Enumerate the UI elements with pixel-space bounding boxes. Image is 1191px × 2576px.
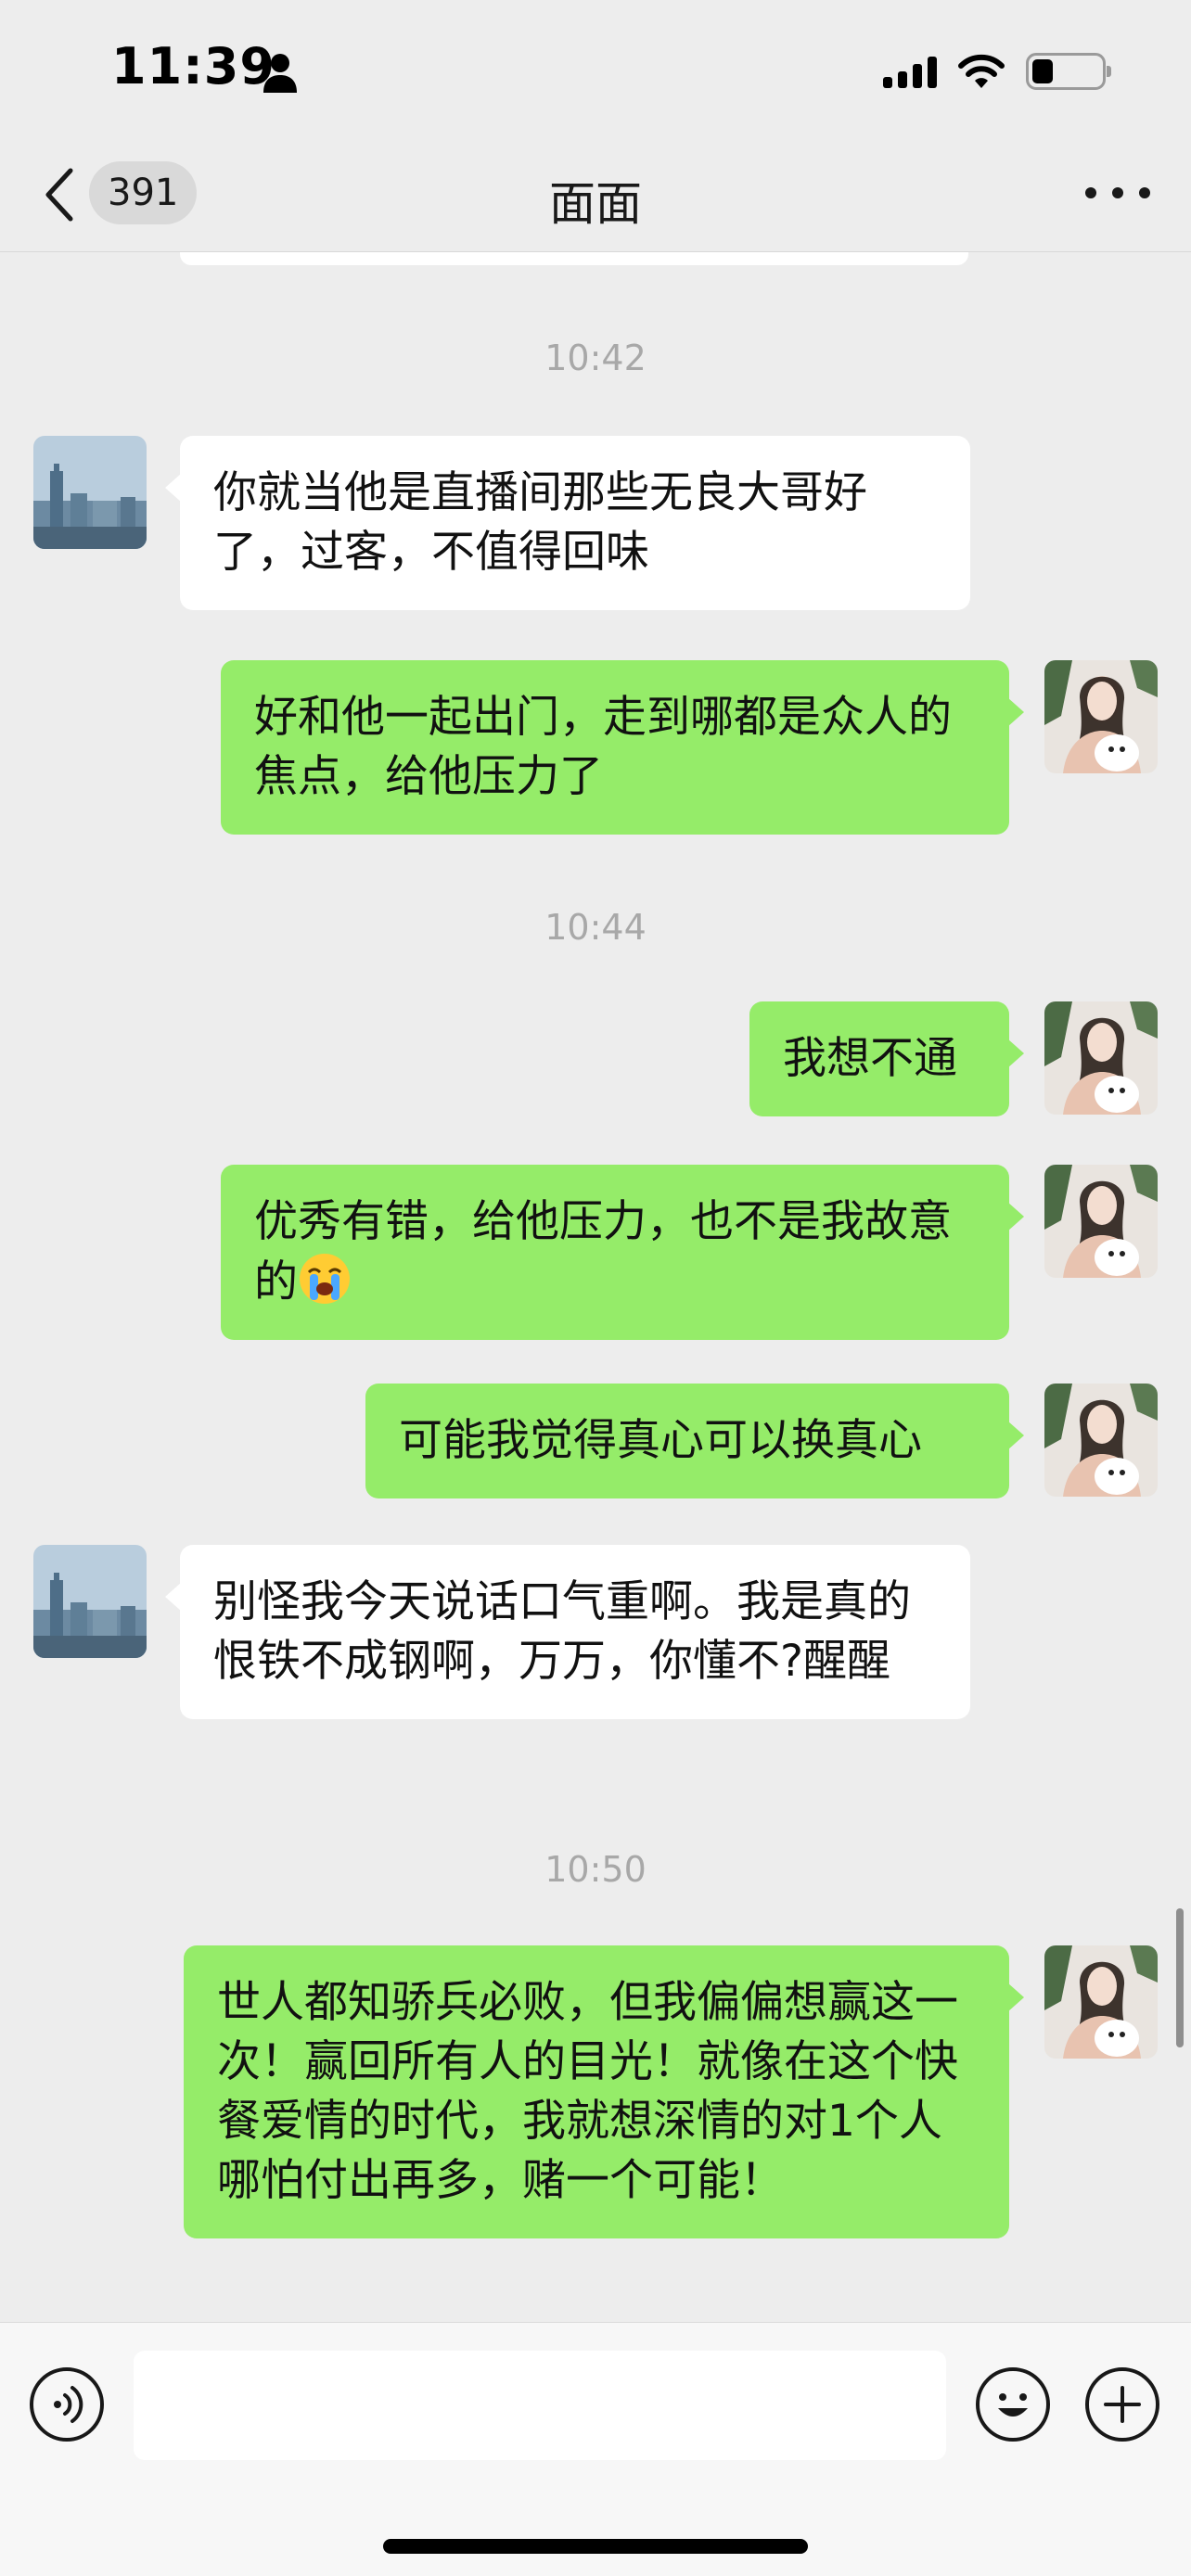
loudly-crying-face-icon <box>300 1254 350 1304</box>
home-indicator[interactable] <box>383 2539 808 2554</box>
outgoing-message-bubble[interactable]: 可能我觉得真心可以换真心 <box>365 1384 1024 1498</box>
chat-header: 391 面面 <box>0 139 1191 252</box>
scrollbar[interactable] <box>1176 1908 1184 2047</box>
woman-with-dog-avatar[interactable] <box>1044 1945 1158 2059</box>
message-input[interactable] <box>134 2351 946 2460</box>
status-bar: 11:39 <box>0 0 1191 139</box>
timestamp: 10:42 <box>544 338 647 378</box>
voice-input-icon[interactable] <box>30 2367 104 2442</box>
more-dots-icon[interactable] <box>1085 182 1150 204</box>
timestamp: 10:50 <box>544 1849 647 1890</box>
outgoing-message-bubble[interactable]: 优秀有错，给他压力，也不是我故意的 <box>221 1165 1024 1340</box>
wifi-icon <box>958 54 1005 88</box>
cellular-signal-icon <box>883 55 937 88</box>
status-time: 11:39 <box>111 37 275 96</box>
city-skyline-avatar[interactable] <box>33 436 147 549</box>
city-skyline-avatar[interactable] <box>33 1545 147 1658</box>
message-text: 优秀有错，给他压力，也不是我故意的 <box>254 1196 952 1307</box>
woman-with-dog-avatar[interactable] <box>1044 660 1158 773</box>
smiley-icon[interactable] <box>976 2367 1050 2442</box>
woman-with-dog-avatar[interactable] <box>1044 1001 1158 1115</box>
battery-icon <box>1026 53 1111 90</box>
incoming-message-bubble[interactable]: 别怪我今天说话口气重啊。我是真的恨铁不成钢啊，万万，你懂不?醒醒 <box>165 1545 970 1719</box>
person-icon <box>263 54 297 93</box>
outgoing-message-bubble[interactable]: 好和他一起出门，走到哪都是众人的焦点，给他压力了 <box>221 660 1024 835</box>
input-bar <box>0 2322 1191 2576</box>
incoming-message-bubble[interactable]: 你就当他是直播间那些无良大哥好了，过客，不值得回味 <box>165 436 970 610</box>
partial-message-bubble <box>180 252 968 265</box>
timestamp: 10:44 <box>544 907 647 948</box>
chat-message-list[interactable]: 10:42 你就当他是直播间那些无良大哥好了，过客，不值得回味 好和他一起出门，… <box>0 252 1191 2322</box>
outgoing-message-bubble[interactable]: 我想不通 <box>749 1001 1024 1116</box>
outgoing-message-bubble[interactable]: 世人都知骄兵必败，但我偏偏想赢这一次！赢回所有人的目光！就像在这个快餐爱情的时代… <box>184 1945 1024 2238</box>
woman-with-dog-avatar[interactable] <box>1044 1384 1158 1497</box>
plus-icon[interactable] <box>1085 2367 1159 2442</box>
woman-with-dog-avatar[interactable] <box>1044 1165 1158 1278</box>
chat-title: 面面 <box>549 177 642 231</box>
status-icons <box>883 48 1111 95</box>
